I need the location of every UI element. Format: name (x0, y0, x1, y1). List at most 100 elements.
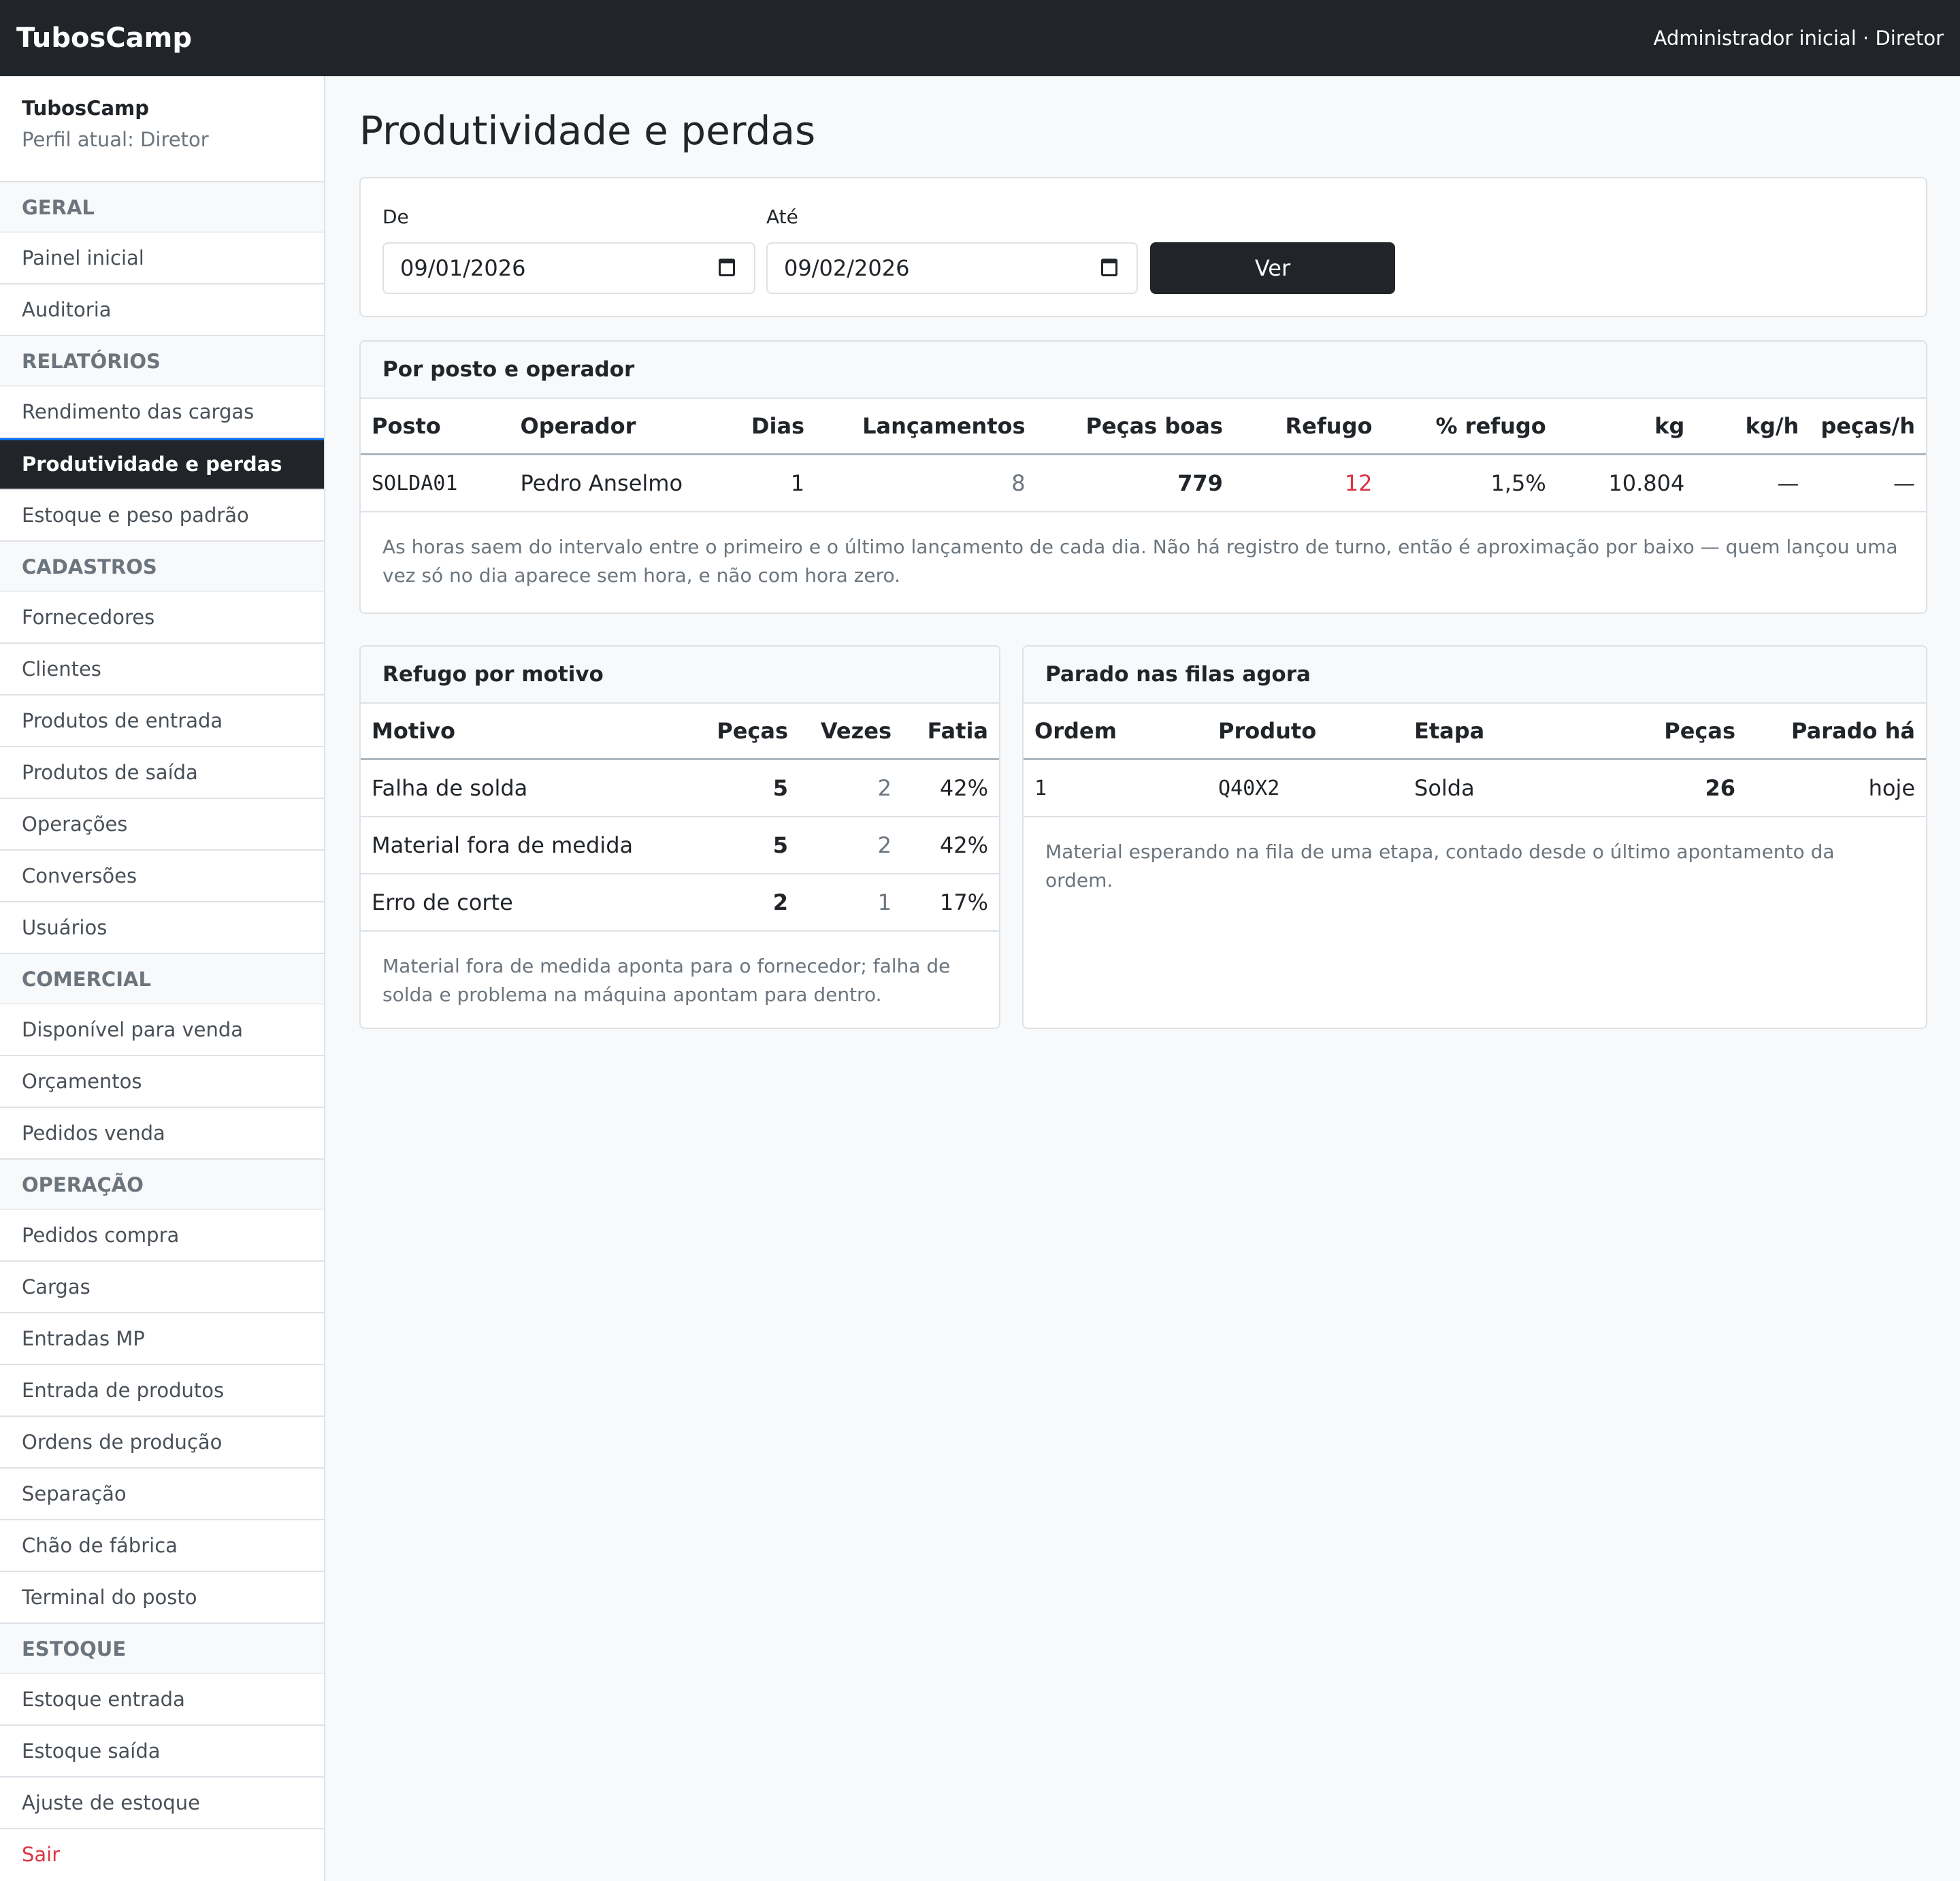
cell-pecas: 26 (1561, 759, 1746, 817)
page-title: Produtividade e perdas (359, 108, 816, 154)
cell-pecas: 2 (682, 874, 799, 932)
sidebar-section-estoque: ESTOQUE (0, 1624, 324, 1674)
sidebar-section-geral: GERAL (0, 182, 324, 233)
cell-operador: Pedro Anselmo (509, 454, 701, 512)
cell-parado: hoje (1746, 759, 1926, 817)
scrap-reason-title: Refugo por motivo (361, 647, 999, 704)
sidebar-item-produtos-entrada[interactable]: Produtos de entrada (0, 696, 324, 747)
sidebar-item-clientes[interactable]: Clientes (0, 644, 324, 696)
sidebar-item-painel-inicial[interactable]: Painel inicial (0, 233, 324, 284)
cell-fatia: 42% (902, 817, 999, 874)
sidebar-item-estoque-peso-padrao[interactable]: Estoque e peso padrão (0, 490, 324, 542)
sidebar-item-ajuste-estoque[interactable]: Ajuste de estoque (0, 1778, 324, 1829)
cell-pecas-h: — (1810, 454, 1926, 512)
top-navbar: TubosCamp Administrador inicial · Direto… (0, 0, 1960, 76)
sidebar-item-conversoes[interactable]: Conversões (0, 851, 324, 902)
sidebar-item-orcamentos[interactable]: Orçamentos (0, 1056, 324, 1108)
station-operator-card: Por posto e operador Posto Operador Dias… (359, 340, 1927, 614)
cell-refugo: 12 (1233, 454, 1384, 512)
cell-posto: SOLDA01 (361, 454, 510, 512)
cell-lancamentos: 8 (815, 454, 1036, 512)
to-date-label: Até (766, 206, 798, 228)
from-date-input[interactable]: 09/01/2026 (382, 242, 755, 294)
sidebar-item-pedidos-compra[interactable]: Pedidos compra (0, 1210, 324, 1262)
sidebar-item-operacoes[interactable]: Operações (0, 799, 324, 851)
sidebar-item-separacao[interactable]: Separação (0, 1469, 324, 1520)
table-row: Falha de solda 5 2 42% (361, 759, 999, 817)
col-refugo: Refugo (1233, 399, 1384, 455)
cell-kg-h: — (1695, 454, 1810, 512)
cell-motivo: Falha de solda (361, 759, 682, 817)
queues-note: Material esperando na fila de uma etapa,… (1045, 840, 1835, 892)
calendar-icon[interactable] (719, 259, 735, 276)
calendar-icon[interactable] (1101, 259, 1117, 276)
date-filter-form: De 09/01/2026 Até 09/02/2026 Ver (359, 177, 1927, 317)
scrap-reason-table: Motivo Peças Vezes Fatia Falha de solda … (361, 704, 999, 932)
to-date-input[interactable]: 09/02/2026 (766, 242, 1138, 294)
sidebar-item-terminal-posto[interactable]: Terminal do posto (0, 1572, 324, 1624)
col-ordem: Ordem (1024, 704, 1207, 760)
sidebar-section-relatorios: RELATÓRIOS (0, 336, 324, 387)
scrap-reason-card: Refugo por motivo Motivo Peças Vezes Fat… (359, 645, 1000, 1029)
col-pecas-h: peças/h (1810, 399, 1926, 455)
table-row: SOLDA01 Pedro Anselmo 1 8 779 12 1,5% 10… (361, 454, 1926, 512)
brand-logo[interactable]: TubosCamp (16, 22, 192, 54)
cell-etapa: Solda (1403, 759, 1561, 817)
sidebar-item-fornecedores[interactable]: Fornecedores (0, 592, 324, 644)
table-row: Material fora de medida 5 2 42% (361, 817, 999, 874)
sidebar-section-cadastros: CADASTROS (0, 542, 324, 592)
table-row: Erro de corte 2 1 17% (361, 874, 999, 932)
sidebar-title: TubosCamp (22, 97, 150, 120)
table-header-row: Ordem Produto Etapa Peças Parado há (1024, 704, 1926, 760)
col-vezes: Vezes (799, 704, 902, 760)
col-pecas: Peças (682, 704, 799, 760)
col-produto: Produto (1207, 704, 1403, 760)
from-date-label: De (382, 206, 409, 228)
col-etapa: Etapa (1403, 704, 1561, 760)
sidebar-section-operacao: OPERAÇÃO (0, 1160, 324, 1210)
col-kg: kg (1556, 399, 1696, 455)
view-button[interactable]: Ver (1150, 242, 1395, 294)
to-date-value: 09/02/2026 (784, 255, 910, 281)
table-row: 1 Q40X2 Solda 26 hoje (1024, 759, 1926, 817)
table-header-row: Posto Operador Dias Lançamentos Peças bo… (361, 399, 1926, 455)
sidebar-item-estoque-saida[interactable]: Estoque saída (0, 1726, 324, 1778)
cell-pct-refugo: 1,5% (1383, 454, 1557, 512)
from-date-value: 09/01/2026 (400, 255, 526, 281)
sidebar-section-comercial: COMERCIAL (0, 954, 324, 1004)
station-operator-title: Por posto e operador (361, 342, 1926, 399)
cell-pecas: 5 (682, 817, 799, 874)
sidebar-item-cargas[interactable]: Cargas (0, 1262, 324, 1313)
queues-card: Parado nas filas agora Ordem Produto Eta… (1022, 645, 1927, 1029)
queues-table: Ordem Produto Etapa Peças Parado há 1 Q4… (1024, 704, 1926, 817)
col-pct-refugo: % refugo (1383, 399, 1557, 455)
cell-motivo: Erro de corte (361, 874, 682, 932)
sidebar-item-produtos-saida[interactable]: Produtos de saída (0, 747, 324, 799)
col-lancamentos: Lançamentos (815, 399, 1036, 455)
cell-pecas-boas: 779 (1036, 454, 1234, 512)
sidebar-item-entradas-mp[interactable]: Entradas MP (0, 1313, 324, 1365)
sidebar-item-ordens-producao[interactable]: Ordens de produção (0, 1417, 324, 1469)
col-posto: Posto (361, 399, 510, 455)
cell-vezes: 2 (799, 759, 902, 817)
sidebar-item-estoque-entrada[interactable]: Estoque entrada (0, 1674, 324, 1726)
cell-fatia: 42% (902, 759, 999, 817)
cell-ordem: 1 (1024, 759, 1207, 817)
sidebar: TubosCamp Perfil atual: Diretor GERAL Pa… (0, 76, 325, 1881)
main-content: Produtividade e perdas De 09/01/2026 Até… (359, 76, 1927, 1029)
logout-link[interactable]: Sair (0, 1829, 324, 1881)
sidebar-item-entrada-produtos[interactable]: Entrada de produtos (0, 1365, 324, 1417)
sidebar-item-usuarios[interactable]: Usuários (0, 902, 324, 954)
station-operator-note: As horas saem do intervalo entre o prime… (382, 536, 1898, 587)
sidebar-item-auditoria[interactable]: Auditoria (0, 284, 324, 336)
sidebar-item-pedidos-venda[interactable]: Pedidos venda (0, 1108, 324, 1160)
table-header-row: Motivo Peças Vezes Fatia (361, 704, 999, 760)
sidebar-item-disponivel-venda[interactable]: Disponível para venda (0, 1004, 324, 1056)
current-profile: Perfil atual: Diretor (22, 128, 209, 151)
sidebar-item-produtividade-perdas[interactable]: Produtividade e perdas (0, 438, 324, 490)
cell-produto: Q40X2 (1207, 759, 1403, 817)
sidebar-item-chao-fabrica[interactable]: Chão de fábrica (0, 1520, 324, 1572)
col-operador: Operador (509, 399, 701, 455)
cell-vezes: 1 (799, 874, 902, 932)
sidebar-item-rendimento-cargas[interactable]: Rendimento das cargas (0, 387, 324, 438)
